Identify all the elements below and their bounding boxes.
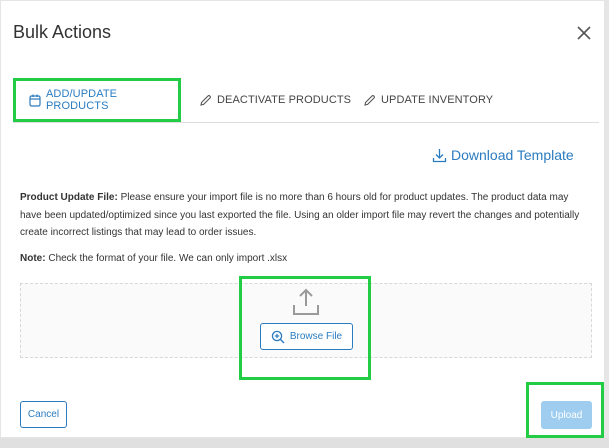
upload-icon [293, 288, 319, 315]
product-update-info: Product Update File: Please ensure your … [20, 189, 590, 242]
background-strip [0, 438, 609, 448]
download-template-label: Download Template [451, 147, 574, 163]
modal-title: Bulk Actions [13, 22, 112, 42]
close-icon[interactable] [575, 24, 593, 42]
download-template-link[interactable]: Download Template [432, 147, 574, 163]
note-text: Check the format of your file. We can on… [45, 253, 288, 264]
tab-label: DEACTIVATE PRODUCTS [217, 94, 352, 106]
format-note: Note: Check the format of your file. We … [20, 253, 287, 264]
browse-file-label: Browse File [289, 331, 343, 342]
tab-label: UPDATE INVENTORY [381, 94, 494, 106]
cancel-button[interactable]: Cancel [20, 401, 67, 428]
pencil-icon [364, 94, 375, 106]
zoom-in-icon [271, 330, 285, 343]
bulk-actions-modal: Bulk Actions ADD/UPDATE PRODUCTS DEACTIV… [0, 0, 605, 438]
tab-update-inventory[interactable]: UPDATE INVENTORY [363, 78, 493, 122]
calendar-icon [29, 94, 41, 107]
tab-bar: ADD/UPDATE PRODUCTS DEACTIVATE PRODUCTS … [13, 78, 599, 123]
browse-file-button[interactable]: Browse File [260, 323, 353, 350]
upload-button[interactable]: Upload [541, 401, 592, 429]
tab-label: ADD/UPDATE PRODUCTS [46, 88, 118, 112]
info-bold-label: Product Update File: [20, 192, 118, 203]
pencil-icon [200, 94, 211, 106]
tab-deactivate-products[interactable]: DEACTIVATE PRODUCTS [199, 78, 351, 122]
tab-add-update-products[interactable]: ADD/UPDATE PRODUCTS [13, 78, 181, 122]
download-icon [432, 148, 447, 162]
note-bold-label: Note: [20, 253, 46, 264]
